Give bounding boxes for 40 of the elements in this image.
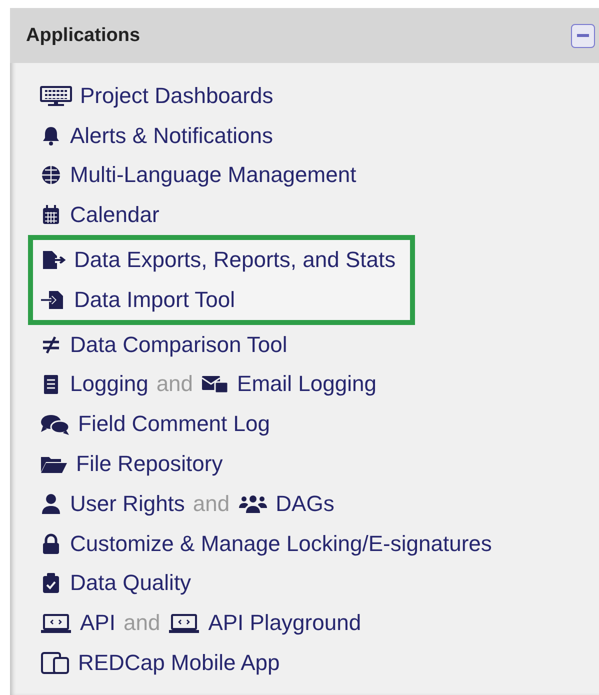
user-icon [40, 492, 62, 515]
menu-link[interactable]: Calendar [70, 202, 160, 228]
menu-link[interactable]: DAGs [276, 490, 334, 517]
minus-icon [577, 34, 589, 37]
menu-link[interactable]: REDCap Mobile App [78, 650, 280, 676]
menu-link[interactable]: Project Dashboards [80, 82, 274, 109]
lock-icon [40, 532, 62, 555]
menu-link[interactable]: Data Exports, Reports, and Stats [74, 247, 396, 274]
menu-link[interactable]: Logging [70, 371, 148, 398]
clipboard-check-icon [40, 572, 62, 594]
joiner-text: and [156, 371, 194, 398]
menu-link[interactable]: User Rights [70, 490, 185, 517]
users-icon [238, 492, 268, 515]
menu-link[interactable]: File Repository [76, 451, 223, 478]
joiner-text: and [123, 610, 160, 636]
laptop-code-icon [168, 612, 200, 634]
file-export-icon [40, 249, 66, 272]
devices-icon [40, 652, 70, 674]
envelope-card-icon [201, 373, 230, 396]
panel-title: Applications [26, 24, 140, 46]
bell-icon [40, 124, 62, 147]
collapse-button[interactable] [571, 24, 595, 48]
menu-link[interactable]: Multi-Language Management [70, 162, 356, 188]
file-import-icon [40, 288, 66, 311]
comments-icon [40, 413, 70, 436]
menu-link[interactable]: Data Import Tool [74, 286, 236, 313]
menu-link[interactable]: Field Comment Log [78, 411, 270, 438]
laptop-code-icon [40, 612, 72, 634]
menu-link[interactable]: Customize & Manage Locking/E-signatures [70, 530, 492, 557]
menu-link[interactable]: Data Quality [70, 570, 192, 596]
menu-link[interactable]: Alerts & Notifications [70, 122, 273, 149]
not-equal-icon [40, 334, 62, 356]
menu-link[interactable]: Email Logging [237, 371, 376, 398]
monitor-icon [40, 84, 72, 107]
joiner-text: and [192, 490, 230, 517]
menu-link[interactable]: API Playground [208, 610, 362, 636]
menu-link[interactable]: API [80, 610, 116, 636]
globe-icon [40, 164, 62, 186]
calendar-icon [40, 204, 62, 226]
menu-link[interactable]: Data Comparison Tool [70, 332, 288, 358]
